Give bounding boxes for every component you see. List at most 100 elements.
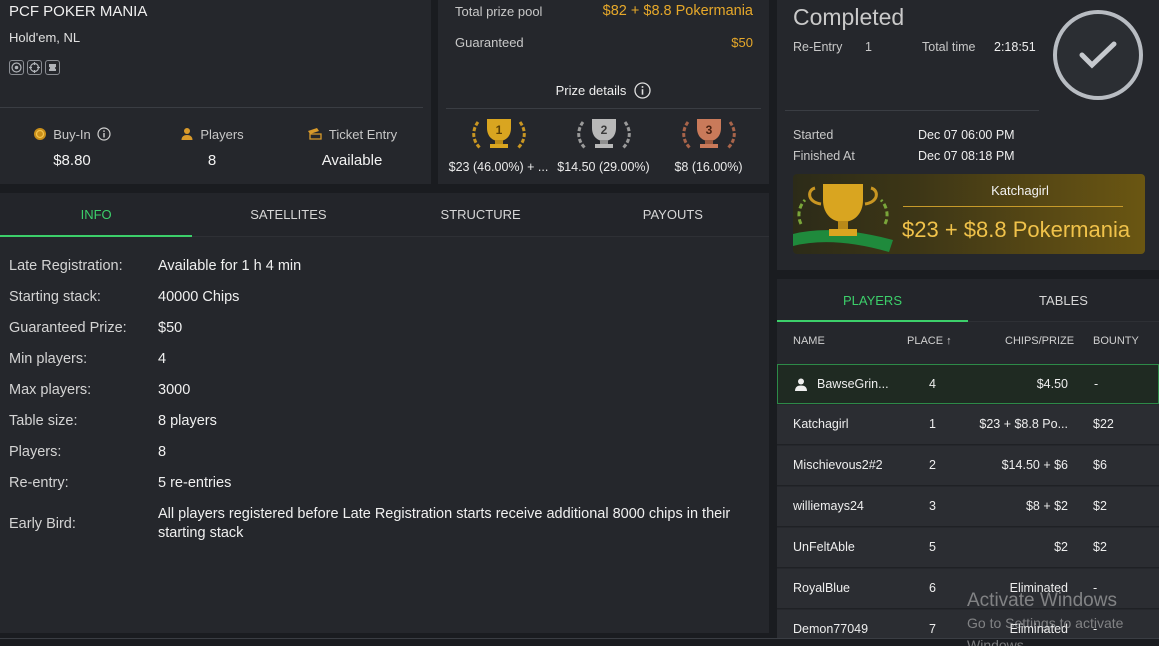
player-bounty: $2 (1093, 540, 1107, 554)
info-key: Max players: (9, 382, 92, 398)
total-prize-label: Total prize pool (455, 3, 543, 19)
col-header-name[interactable]: NAME (793, 335, 825, 347)
info-row-guaranteed-prize: Guaranteed Prize: $50 (9, 319, 749, 338)
player-prize: $23 + $8.8 Po... (979, 417, 1068, 431)
table-row[interactable]: RoyalBlue 6 Eliminated - (777, 569, 1159, 609)
info-row-max-players: Max players: 3000 (9, 381, 749, 400)
info-row-late-registration: Late Registration: Available for 1 h 4 mi… (9, 257, 749, 276)
divider (903, 206, 1123, 207)
player-bounty: - (1093, 622, 1098, 636)
info-value: Available for 1 h 4 min (158, 258, 302, 274)
info-row-min-players: Min players: 4 (9, 350, 749, 369)
tab-players[interactable]: PLAYERS (777, 279, 968, 322)
tab-info[interactable]: INFO (0, 193, 193, 237)
guaranteed-value: $50 (731, 35, 753, 50)
player-place: 3 (929, 499, 936, 513)
prize-place-2: 2 $14.50 (29.00%) (552, 116, 656, 174)
prize-place-1: 1 $23 (46.00%) + ... (447, 116, 551, 174)
player-prize: $2 (1054, 540, 1068, 554)
info-list: Late Registration: Available for 1 h 4 mi… (9, 257, 749, 555)
col-header-bounty[interactable]: BOUNTY (1093, 335, 1139, 347)
info-icon[interactable] (634, 82, 652, 99)
player-prize: $14.50 + $6 (1001, 458, 1068, 472)
completed-check-icon (1053, 10, 1143, 100)
silver-trophy-icon: 2 (576, 119, 631, 150)
started-value: Dec 07 06:00 PM (918, 128, 1015, 142)
winner-banner: Katchagirl $23 + $8.8 Pokermania (793, 174, 1145, 254)
player-name: williemays24 (793, 499, 864, 513)
coin-icon (34, 128, 47, 140)
player-name: Demon77049 (793, 622, 869, 636)
player-prize: $8 + $2 (1025, 499, 1068, 513)
col-header-place[interactable]: PLACE ↑ (907, 335, 952, 347)
players-value: 8 (207, 152, 217, 169)
tournament-title: PCF POKER MANIA (9, 3, 148, 20)
reentry-value: 1 (865, 40, 872, 54)
user-icon (795, 378, 807, 391)
table-row-current-user[interactable]: BawseGrin... 4 $4.50 - (777, 364, 1159, 404)
place-rank: 2 (600, 123, 607, 137)
buyin-stat: Buy-In $8.80 (2, 126, 142, 169)
buyin-label: Buy-In (53, 126, 91, 142)
winner-trophy-icon (793, 184, 893, 252)
info-key: Re-entry: (9, 475, 69, 491)
divider (0, 107, 423, 108)
player-name: BawseGrin... (817, 377, 889, 391)
tab-payouts[interactable]: PAYOUTS (577, 193, 769, 236)
target-icon (27, 60, 42, 75)
status-panel: Completed Re-Entry 1 Total time 2:18:51 … (777, 0, 1159, 270)
winner-name: Katchagirl (991, 183, 1049, 198)
player-place: 4 (929, 377, 936, 391)
winner-prize: $23 + $8.8 Pokermania (902, 217, 1131, 242)
chip-icon (9, 60, 24, 75)
player-place: 6 (929, 581, 936, 595)
table-row[interactable]: UnFeltAble 5 $2 $2 (777, 528, 1159, 568)
tab-structure[interactable]: STRUCTURE (385, 193, 577, 236)
guaranteed-label: Guaranteed (455, 35, 524, 50)
player-name: Katchagirl (793, 417, 849, 431)
bronze-trophy-icon: 3 (681, 119, 736, 150)
info-key: Guaranteed Prize: (9, 320, 127, 336)
info-row-table-size: Table size: 8 players (9, 412, 749, 431)
table-row[interactable]: Katchagirl 1 $23 + $8.8 Po... $22 (777, 405, 1159, 445)
info-value: 5 re-entries (158, 475, 232, 491)
player-bounty: $22 (1093, 417, 1114, 431)
prize-amount: $14.50 (29.00%) (557, 160, 650, 174)
info-key: Table size: (9, 413, 78, 429)
ticket-entry-icon (307, 128, 322, 140)
table-row[interactable]: Mischievous2#2 2 $14.50 + $6 $6 (777, 446, 1159, 486)
prize-place-3: 3 $8 (16.00%) (657, 116, 761, 174)
ticket-stat: Ticket Entry Available (282, 126, 422, 169)
player-icon (181, 128, 193, 140)
player-name: UnFeltAble (793, 540, 855, 554)
table-row[interactable]: williemays24 3 $8 + $2 $2 (777, 487, 1159, 527)
table-row[interactable]: Demon77049 7 Eliminated - (777, 610, 1159, 639)
ticket-label: Ticket Entry (328, 126, 398, 142)
players-stat: Players 8 (142, 126, 282, 169)
ticket-value: Available (321, 152, 383, 169)
tab-tables[interactable]: TABLES (968, 279, 1159, 321)
tab-satellites[interactable]: SATELLITES (192, 193, 384, 236)
status-title: Completed (793, 4, 905, 30)
player-name: Mischievous2#2 (793, 458, 883, 472)
player-prize: Eliminated (1009, 581, 1068, 595)
game-type: Hold'em, NL (9, 30, 81, 45)
info-value: 4 (158, 351, 167, 367)
info-row-early-bird: Early Bird: All players registered before… (9, 505, 749, 543)
player-place: 5 (929, 540, 936, 554)
player-tabs: PLAYERS TABLES (777, 279, 1159, 322)
info-tabs: INFO SATELLITES STRUCTURE PAYOUTS (0, 193, 769, 237)
players-panel: PLAYERS TABLES NAME PLACE ↑ CHIPS/PRIZE … (777, 279, 1159, 639)
tournament-summary-panel: PCF POKER MANIA Hold'em, NL Buy-In $8.80… (0, 0, 431, 184)
total-time-value: 2:18:51 (994, 40, 1036, 54)
info-value: All players registered before Late Regis… (158, 506, 731, 541)
gold-trophy-icon: 1 (471, 119, 526, 150)
info-icon[interactable] (97, 127, 111, 141)
info-key: Players: (9, 444, 62, 460)
total-time-label: Total time (922, 40, 976, 54)
prize-details-header: Prize details (438, 82, 769, 99)
guaranteed-row: Guaranteed $50 (455, 35, 753, 50)
prize-places: 1 $23 (46.00%) + ... 2 $14.50 (29.00%) 3… (446, 116, 761, 174)
divider (785, 110, 1039, 111)
col-header-chips-prize[interactable]: CHIPS/PRIZE (1005, 335, 1074, 347)
